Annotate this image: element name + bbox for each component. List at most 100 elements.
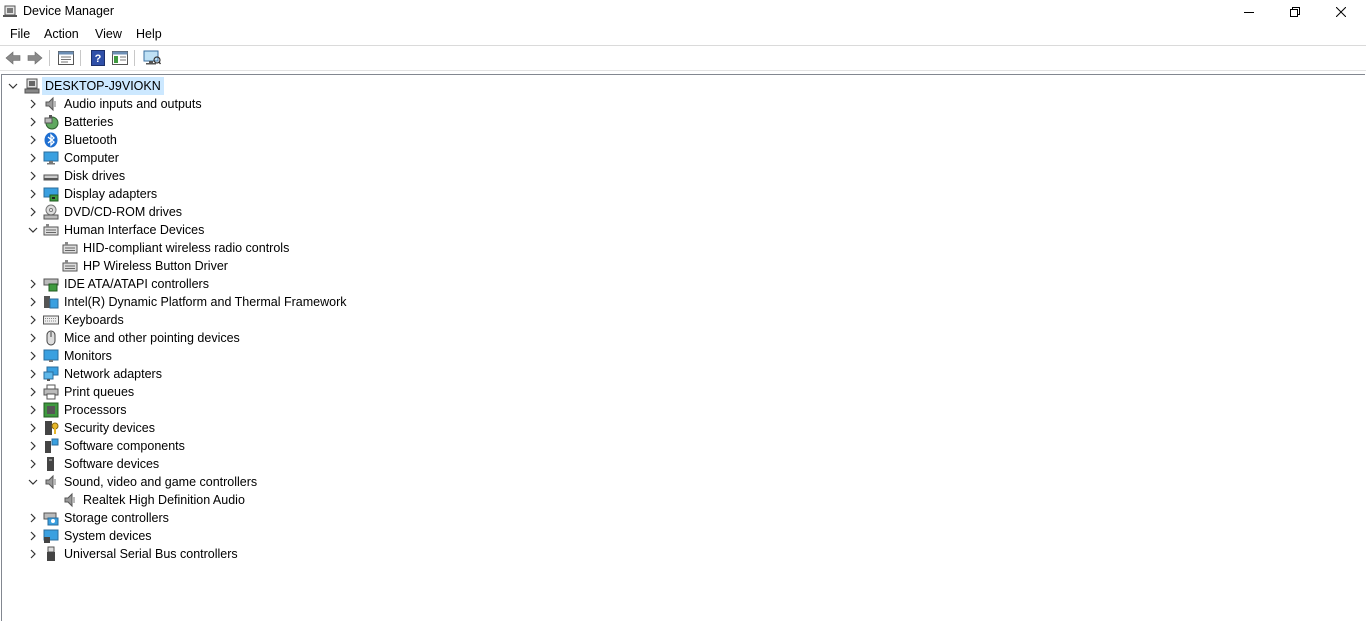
toolbar-separator — [80, 50, 81, 66]
menu-action[interactable]: Action — [44, 27, 79, 41]
chevron-right-icon[interactable] — [28, 549, 38, 559]
tree-category[interactable]: Software devices — [2, 455, 402, 473]
back-button[interactable] — [3, 49, 23, 67]
back-icon — [5, 51, 21, 65]
close-button[interactable] — [1318, 0, 1364, 23]
tree-root[interactable]: DESKTOP-J9VIOKN — [2, 77, 302, 95]
category-label: Batteries — [64, 115, 114, 129]
scan-hardware-button[interactable] — [142, 49, 162, 67]
properties-icon — [58, 51, 74, 65]
chevron-right-icon[interactable] — [28, 189, 38, 199]
device-manager-app-icon — [3, 5, 17, 17]
dvd-drive-icon — [43, 204, 59, 220]
menu-help[interactable]: Help — [136, 27, 162, 41]
tree-category[interactable]: Storage controllers — [2, 509, 402, 527]
processor-icon — [43, 402, 59, 418]
tree-category[interactable]: Human Interface Devices — [2, 221, 402, 239]
tree-device[interactable]: HP Wireless Button Driver — [2, 257, 402, 275]
tree-category[interactable]: Sound, video and game controllers — [2, 473, 402, 491]
chevron-right-icon[interactable] — [28, 135, 38, 145]
tree-category[interactable]: Computer — [2, 149, 402, 167]
chevron-right-icon[interactable] — [28, 351, 38, 361]
chevron-right-icon[interactable] — [28, 117, 38, 127]
chevron-right-icon[interactable] — [28, 171, 38, 181]
tree-category[interactable]: Security devices — [2, 419, 402, 437]
chevron-down-icon[interactable] — [28, 225, 38, 235]
tree-category[interactable]: IDE ATA/ATAPI controllers — [2, 275, 402, 293]
tree-category[interactable]: System devices — [2, 527, 402, 545]
category-label: Storage controllers — [64, 511, 169, 525]
chevron-right-icon[interactable] — [28, 369, 38, 379]
toolbar-divider — [0, 70, 1366, 71]
chevron-right-icon[interactable] — [28, 333, 38, 343]
mouse-icon — [46, 330, 56, 346]
speaker-icon — [45, 96, 56, 112]
chevron-right-icon[interactable] — [28, 441, 38, 451]
tree-category[interactable]: Processors — [2, 401, 402, 419]
software-device-icon — [47, 457, 54, 471]
device-label: HP Wireless Button Driver — [83, 259, 228, 273]
chevron-right-icon[interactable] — [28, 153, 38, 163]
category-label: IDE ATA/ATAPI controllers — [64, 277, 209, 291]
title-bar[interactable]: Device Manager — [0, 0, 1366, 23]
category-label: Print queues — [64, 385, 135, 399]
menu-file[interactable]: File — [10, 27, 30, 41]
chevron-right-icon[interactable] — [28, 315, 38, 325]
monitor-icon — [43, 349, 59, 362]
tree-category[interactable]: Software components — [2, 437, 402, 455]
security-device-icon — [45, 421, 59, 435]
tree-category[interactable]: Monitors — [2, 347, 402, 365]
chevron-right-icon[interactable] — [28, 387, 38, 397]
close-icon — [1336, 6, 1346, 17]
chevron-right-icon[interactable] — [28, 459, 38, 469]
chevron-right-icon[interactable] — [28, 297, 38, 307]
chevron-right-icon[interactable] — [28, 405, 38, 415]
category-label: Universal Serial Bus controllers — [64, 547, 238, 561]
chevron-right-icon[interactable] — [28, 207, 38, 217]
tree-device[interactable]: Realtek High Definition Audio — [2, 491, 402, 509]
menu-view[interactable]: View — [95, 27, 122, 41]
category-label: Security devices — [64, 421, 156, 435]
category-label: Display adapters — [64, 187, 158, 201]
tree-category[interactable]: DVD/CD-ROM drives — [2, 203, 402, 221]
minimize-button[interactable] — [1226, 0, 1272, 23]
device-label: Realtek High Definition Audio — [83, 493, 245, 507]
restore-button[interactable] — [1272, 0, 1318, 23]
tree-category[interactable]: Batteries — [2, 113, 402, 131]
forward-button[interactable] — [25, 49, 45, 67]
chevron-right-icon[interactable] — [28, 513, 38, 523]
category-label: Network adapters — [64, 367, 162, 381]
chevron-right-icon[interactable] — [28, 279, 38, 289]
show-hide-button[interactable] — [110, 49, 130, 67]
tree-category[interactable]: Audio inputs and outputs — [2, 95, 402, 113]
tree-device[interactable]: HID-compliant wireless radio controls — [2, 239, 402, 257]
tree-category[interactable]: Universal Serial Bus controllers — [2, 545, 402, 563]
tree-category[interactable]: Keyboards — [2, 311, 402, 329]
device-tree[interactable]: DESKTOP-J9VIOKN Audio inputs and outputs… — [1, 74, 1365, 621]
category-label: Software devices — [64, 457, 160, 471]
chevron-right-icon[interactable] — [28, 423, 38, 433]
intel-dptf-icon — [44, 296, 59, 309]
tree-category[interactable]: Disk drives — [2, 167, 402, 185]
category-label: Disk drives — [64, 169, 126, 183]
hid-icon — [62, 260, 78, 272]
chevron-right-icon[interactable] — [28, 531, 38, 541]
battery-icon — [44, 115, 59, 130]
category-label: Software components — [64, 439, 185, 453]
chevron-down-icon[interactable] — [8, 81, 18, 91]
tree-category[interactable]: Print queues — [2, 383, 402, 401]
network-adapter-icon — [43, 366, 59, 381]
tree-category[interactable]: Network adapters — [2, 365, 402, 383]
window-title: Device Manager — [23, 4, 115, 18]
chevron-down-icon[interactable] — [28, 477, 38, 487]
chevron-right-icon[interactable] — [28, 99, 38, 109]
tree-category[interactable]: Intel(R) Dynamic Platform and Thermal Fr… — [2, 293, 502, 311]
tree-category[interactable]: Bluetooth — [2, 131, 402, 149]
properties-button[interactable] — [56, 49, 76, 67]
category-label: Processors — [64, 403, 127, 417]
tree-category[interactable]: Display adapters — [2, 185, 402, 203]
speaker-icon — [64, 492, 75, 508]
computer-icon — [43, 151, 59, 165]
tree-category[interactable]: Mice and other pointing devices — [2, 329, 402, 347]
help-button[interactable]: ? — [88, 49, 108, 67]
